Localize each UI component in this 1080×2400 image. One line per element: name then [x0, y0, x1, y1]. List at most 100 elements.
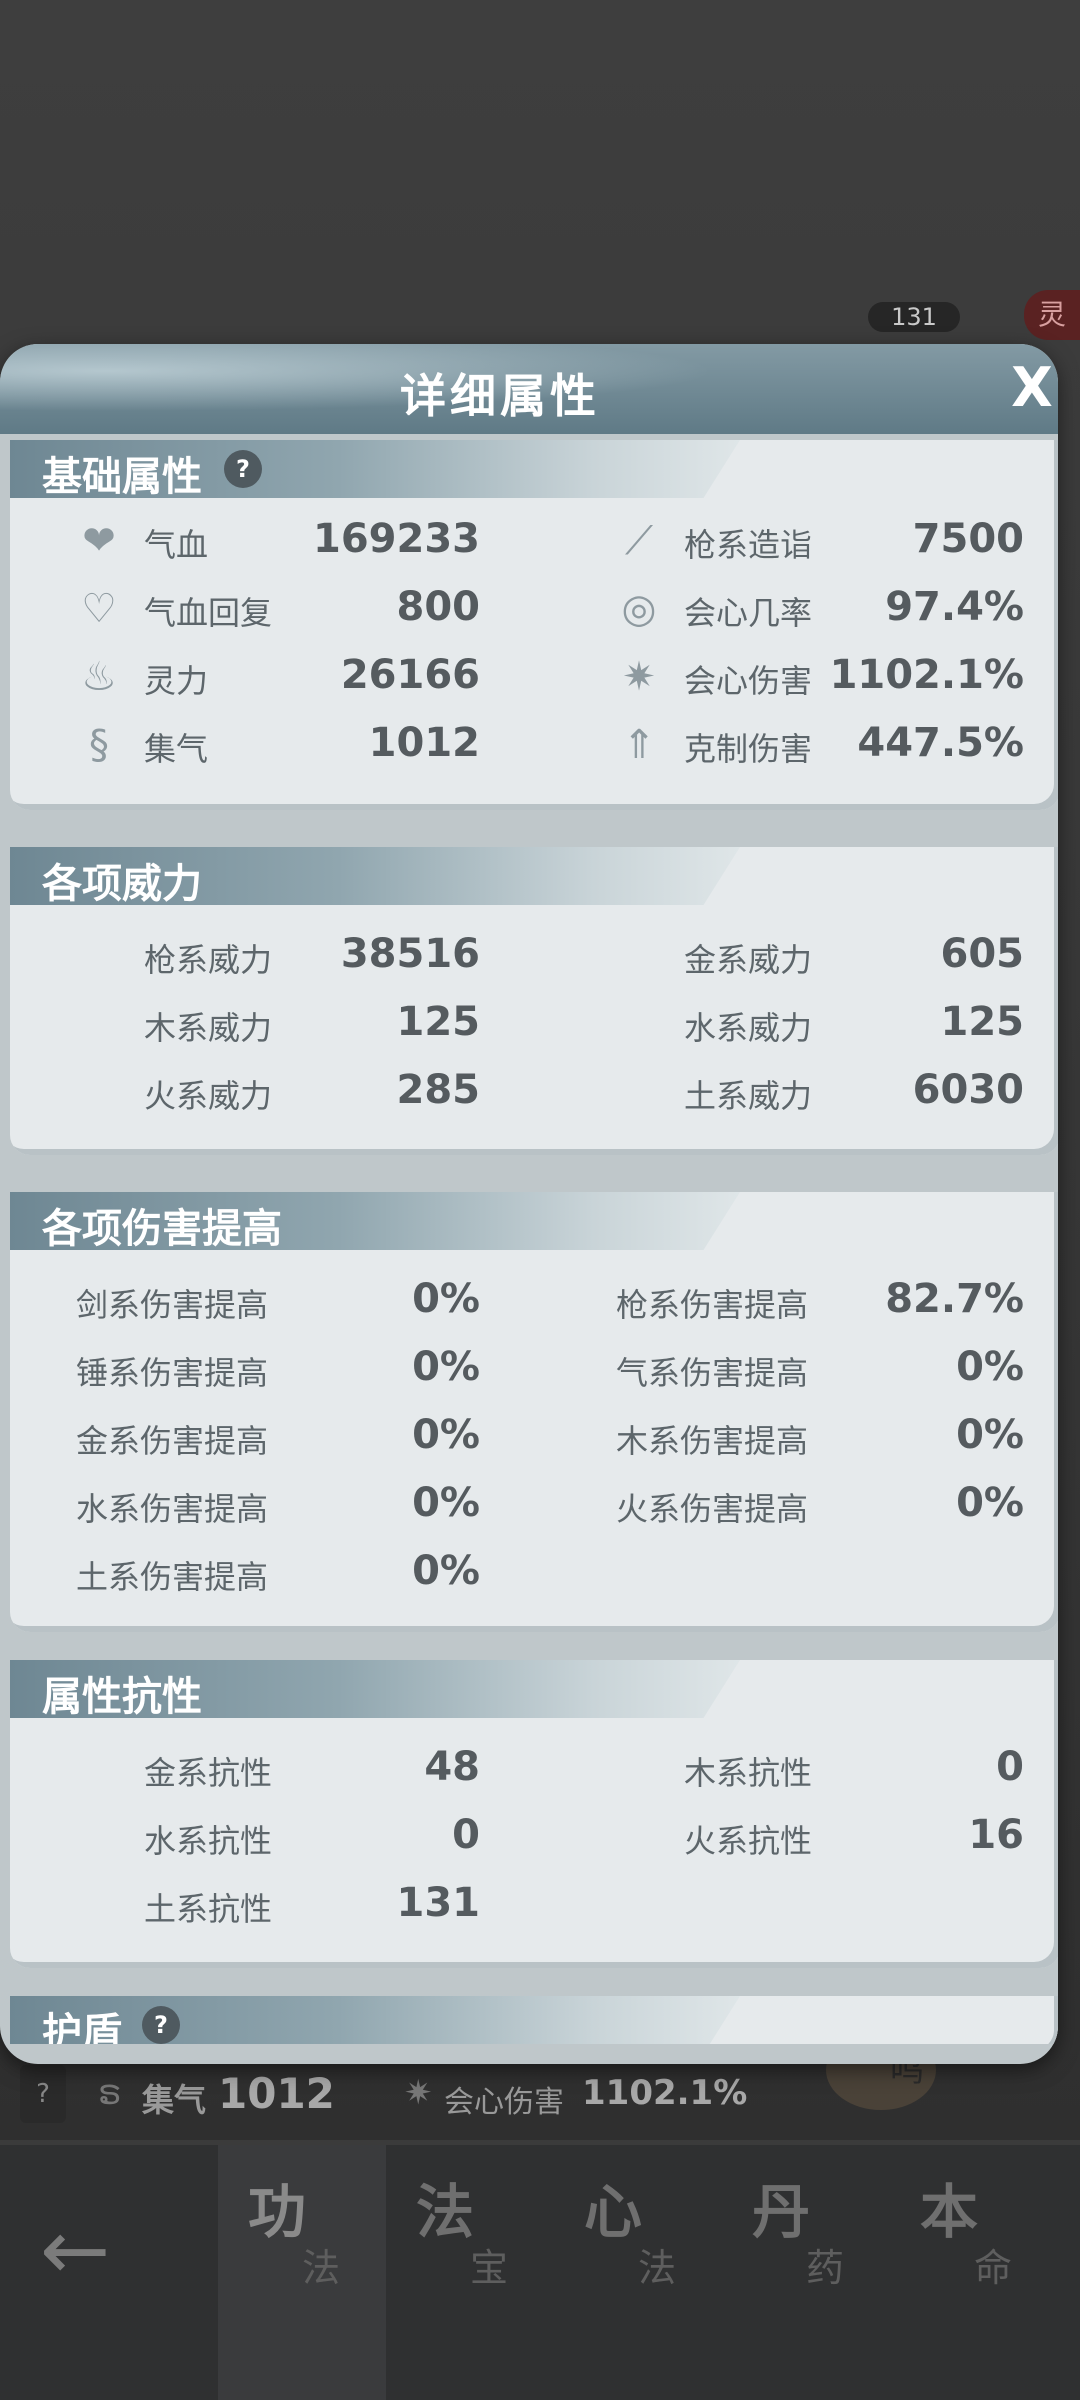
summary-help-icon[interactable]: ?: [20, 2065, 66, 2123]
tab-xinfa-label-bottom: 法: [638, 2246, 677, 2290]
shield-help-icon[interactable]: ?: [142, 2006, 180, 2044]
stat-value: 800: [396, 584, 481, 630]
level-badge: 131: [868, 302, 960, 332]
stat-value: 0%: [956, 1344, 1024, 1390]
stat-label: 木系威力: [144, 1009, 273, 1047]
stat-label: 金系抗性: [144, 1754, 273, 1792]
stat-label: 锤系伤害提高: [76, 1354, 269, 1392]
tab-gongfa-label-bottom: 法: [302, 2246, 341, 2290]
section-damage-title: 各项伤害提高: [42, 1206, 282, 1252]
stat-label: 金系威力: [684, 941, 813, 979]
stat-label: 气血: [144, 526, 209, 564]
stat-value: 285: [396, 1067, 481, 1113]
stat-label: 木系伤害提高: [616, 1422, 809, 1460]
stat-label: 火系抗性: [684, 1822, 813, 1860]
stat-value: 26166: [340, 652, 480, 698]
tab-benming-label-bottom: 命: [974, 2246, 1013, 2290]
stat-label: 枪系伤害提高: [616, 1286, 809, 1324]
stat-value: 125: [396, 999, 481, 1045]
stat-value: 0%: [412, 1548, 480, 1594]
tab-gongfa-label-top: 功: [248, 2178, 307, 2246]
tab-xinfa[interactable]: 心 法: [554, 2145, 722, 2400]
crit-damage-icon: ✷: [404, 2073, 433, 2113]
basic-help-icon[interactable]: ?: [224, 450, 262, 488]
stat-value: 605: [940, 931, 1025, 977]
stat-label: 土系抗性: [144, 1890, 273, 1928]
stat-label: 水系抗性: [144, 1822, 273, 1860]
tab-danyao-label-top: 丹: [752, 2178, 811, 2246]
stat-value: 82.7%: [885, 1276, 1024, 1322]
stat-label: 集气: [144, 730, 209, 768]
modal-title: 详细属性: [400, 369, 600, 423]
stat-value: 97.4%: [885, 584, 1024, 630]
tab-fabao-label-top: 法: [416, 2178, 475, 2246]
stat-label: 会心几率: [684, 594, 813, 632]
stat-label: 水系威力: [684, 1009, 813, 1047]
section-power: 各项威力 枪系威力 38516 木系威力 125 火系威力 285 金系威力 6…: [10, 847, 1058, 1155]
stat-label: 火系伤害提高: [616, 1490, 809, 1528]
stat-value: 38516: [340, 931, 480, 977]
bottom-nav: ← 功 法 法 宝 心 法 丹 药 本 命: [0, 2145, 1080, 2400]
stat-value: 131: [396, 1880, 481, 1926]
stat-label: 水系伤害提高: [76, 1490, 269, 1528]
section-power-title: 各项威力: [42, 861, 202, 907]
stat-value: 0%: [956, 1412, 1024, 1458]
stat-value: 48: [424, 1744, 480, 1790]
heart-icon: ❤: [82, 518, 116, 564]
section-basic: 基础属性 ? ❤ 气血 169233 ♡ 气血回复 800 ♨ 灵力 26166…: [10, 440, 1058, 810]
tab-benming-label-top: 本: [920, 2178, 979, 2246]
stat-label: 金系伤害提高: [76, 1422, 269, 1460]
summary-stat1-label: 集气: [142, 2081, 207, 2119]
swirl-icon: ຣ: [98, 2073, 122, 2113]
summary-stat1-value: 1012: [218, 2069, 335, 2118]
stat-value: 1102.1%: [829, 652, 1024, 698]
counter-damage-icon: ⇑: [622, 722, 656, 768]
modal-header: 详细属性 X: [0, 344, 1058, 434]
modal-scroll-area[interactable]: 基础属性 ? ❤ 气血 169233 ♡ 气血回复 800 ♨ 灵力 26166…: [10, 440, 1058, 2044]
stat-label: 会心伤害: [684, 662, 813, 700]
stat-label: 气系伤害提高: [616, 1354, 809, 1392]
tab-danyao[interactable]: 丹 药: [722, 2145, 890, 2400]
stat-label: 剑系伤害提高: [76, 1286, 269, 1324]
summary-stat2-value: 1102.1%: [582, 2073, 748, 2113]
section-damage: 各项伤害提高 剑系伤害提高 0% 锤系伤害提高 0% 金系伤害提高 0% 水系伤…: [10, 1192, 1058, 1632]
stat-value: 0%: [412, 1276, 480, 1322]
summary-stat2-label: 会心伤害: [444, 2085, 564, 2120]
tab-danyao-label-bottom: 药: [806, 2246, 845, 2290]
heart-regen-icon: ♡: [81, 586, 117, 632]
back-arrow-icon[interactable]: ←: [40, 2200, 140, 2300]
tab-fabao[interactable]: 法 宝: [386, 2145, 554, 2400]
stat-value: 1012: [368, 720, 480, 766]
stat-value: 447.5%: [857, 720, 1024, 766]
section-shield-title: 护盾: [42, 2010, 122, 2044]
stat-label: 火系威力: [144, 1077, 273, 1115]
spirit-tag[interactable]: 灵: [1024, 290, 1080, 340]
stat-label: 枪系造诣: [684, 526, 813, 564]
stat-label: 克制伤害: [684, 730, 813, 768]
stat-value: 7500: [912, 516, 1024, 562]
spear-icon: ⟋: [625, 518, 653, 564]
stat-value: 0: [452, 1812, 480, 1858]
stat-label: 木系抗性: [684, 1754, 813, 1792]
section-basic-title: 基础属性: [42, 454, 202, 500]
stat-value: 0%: [412, 1412, 480, 1458]
close-button[interactable]: X: [1000, 356, 1058, 420]
stat-value: 0%: [956, 1480, 1024, 1526]
tab-fabao-label-bottom: 宝: [470, 2246, 509, 2290]
stat-value: 6030: [912, 1067, 1024, 1113]
stat-label: 土系伤害提高: [76, 1558, 269, 1596]
crit-damage-icon: ✷: [622, 654, 656, 700]
stat-label: 气血回复: [144, 594, 273, 632]
tab-benming[interactable]: 本 命: [890, 2145, 1058, 2400]
section-shield: 护盾 ?: [10, 1996, 1058, 2044]
tab-gongfa[interactable]: 功 法: [218, 2145, 386, 2400]
stat-value: 16: [968, 1812, 1024, 1858]
crit-rate-icon: ◎: [621, 586, 657, 632]
swirl-icon: §: [89, 722, 109, 768]
stat-value: 0: [996, 1744, 1024, 1790]
detail-attributes-modal: 详细属性 X 基础属性 ? ❤ 气血 169233 ♡ 气血回复 800 ♨ 灵…: [0, 344, 1058, 2064]
tab-xinfa-label-top: 心: [584, 2178, 643, 2246]
stat-label: 枪系威力: [144, 941, 273, 979]
stat-value: 0%: [412, 1344, 480, 1390]
stat-value: 169233: [313, 516, 480, 562]
